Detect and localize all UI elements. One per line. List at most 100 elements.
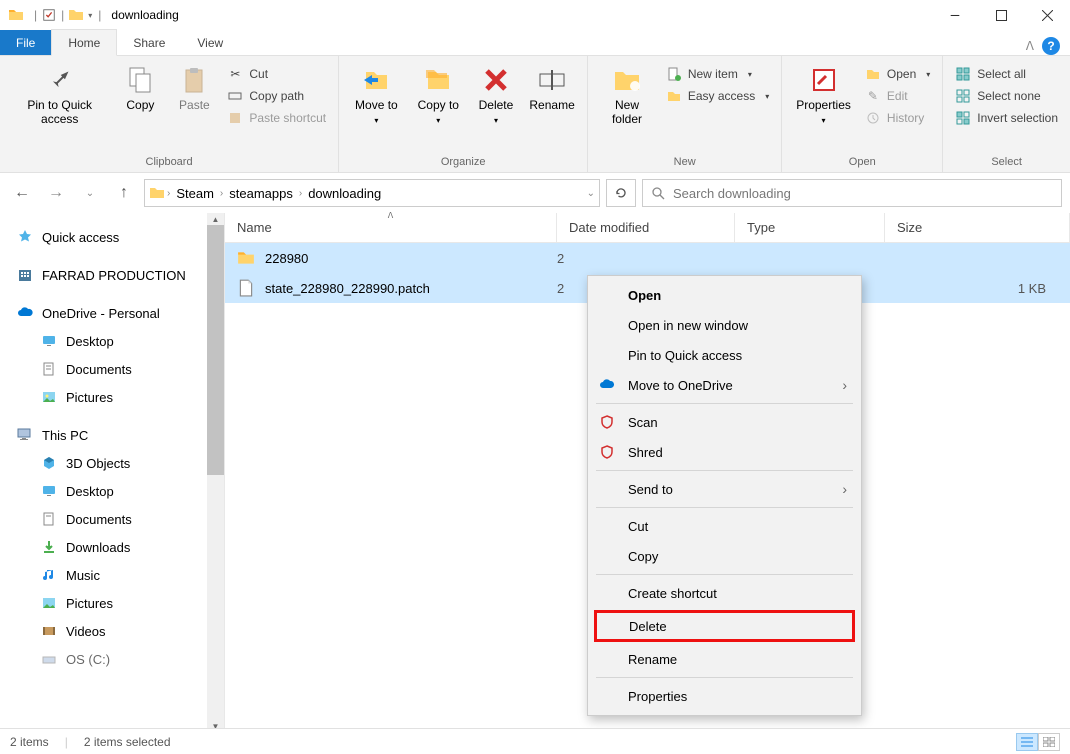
nav-onedrive[interactable]: OneDrive - Personal [0, 299, 224, 327]
close-button[interactable] [1024, 0, 1070, 30]
3d-icon [40, 454, 58, 472]
open-button[interactable]: Open ▾ [861, 64, 934, 84]
history-button[interactable]: History [861, 108, 934, 128]
nav-item[interactable]: Desktop [0, 327, 224, 355]
column-type[interactable]: Type [735, 213, 885, 242]
folder-icon [237, 249, 255, 267]
properties-button[interactable]: Properties▾ [790, 60, 857, 153]
nav-this-pc[interactable]: This PC [0, 421, 224, 449]
nav-item[interactable]: Videos [0, 617, 224, 645]
thumbnails-view-button[interactable] [1038, 733, 1060, 751]
ctx-copy[interactable]: Copy [588, 541, 861, 571]
pictures-icon [40, 388, 58, 406]
help-icon[interactable]: ? [1042, 37, 1060, 55]
qat-folder-icon[interactable] [68, 7, 84, 23]
copy-path-button[interactable]: Copy path [223, 86, 330, 106]
column-date[interactable]: Date modified [557, 213, 735, 242]
breadcrumb-item[interactable]: steamapps [225, 186, 297, 201]
paste-shortcut-icon [227, 110, 243, 126]
back-button[interactable]: ← [8, 179, 36, 207]
documents-icon [40, 510, 58, 528]
ctx-send-to[interactable]: Send to› [588, 474, 861, 504]
ctx-delete[interactable]: Delete [594, 610, 855, 642]
tab-share[interactable]: Share [117, 30, 181, 55]
status-bar: 2 items | 2 items selected [0, 728, 1070, 754]
search-input[interactable]: Search downloading [642, 179, 1062, 207]
move-to-button[interactable]: Move to ▾ [347, 60, 406, 153]
ctx-create-shortcut[interactable]: Create shortcut [588, 578, 861, 608]
ctx-pin-quick-access[interactable]: Pin to Quick access [588, 340, 861, 370]
nav-farrad[interactable]: FARRAD PRODUCTION [0, 261, 224, 289]
delete-button[interactable]: Delete▾ [471, 60, 521, 153]
building-icon [16, 266, 34, 284]
file-icon [237, 279, 255, 297]
nav-item[interactable]: Desktop [0, 477, 224, 505]
qat-dropdown-icon[interactable]: ▾ [88, 11, 92, 20]
minimize-button[interactable]: ─ [932, 0, 978, 30]
nav-item[interactable]: Documents [0, 505, 224, 533]
cut-button[interactable]: ✂Cut [223, 64, 330, 84]
new-item-button[interactable]: New item ▾ [662, 64, 773, 84]
chevron-right-icon: › [842, 377, 847, 393]
nav-item[interactable]: Pictures [0, 589, 224, 617]
address-bar[interactable]: › Steam › steamapps › downloading ⌄ [144, 179, 600, 207]
column-size[interactable]: Size [885, 213, 1070, 242]
ribbon-group-clipboard: Pin to Quick access Copy Paste ✂Cut Copy… [0, 56, 339, 172]
new-folder-button[interactable]: New folder [596, 60, 658, 153]
qat-save-icon[interactable] [41, 7, 57, 23]
ctx-open[interactable]: Open [588, 280, 861, 310]
nav-quick-access[interactable]: Quick access [0, 223, 224, 251]
edit-button[interactable]: ✎Edit [861, 86, 934, 106]
nav-item[interactable]: OS (C:) [0, 645, 224, 673]
scroll-up-icon[interactable]: ▲ [207, 213, 224, 225]
ctx-shred[interactable]: Shred [588, 437, 861, 467]
select-all-button[interactable]: Select all [951, 64, 1062, 84]
ctx-cut[interactable]: Cut [588, 511, 861, 541]
paste-shortcut-button[interactable]: Paste shortcut [223, 108, 330, 128]
videos-icon [40, 622, 58, 640]
maximize-button[interactable] [978, 0, 1024, 30]
paste-button[interactable]: Paste [169, 60, 219, 153]
select-none-button[interactable]: Select none [951, 86, 1062, 106]
breadcrumb-item[interactable]: downloading [304, 186, 385, 201]
invert-selection-button[interactable]: Invert selection [951, 108, 1062, 128]
ctx-open-new-window[interactable]: Open in new window [588, 310, 861, 340]
status-item-count: 2 items [10, 735, 49, 749]
ctx-properties[interactable]: Properties [588, 681, 861, 711]
nav-item[interactable]: Music [0, 561, 224, 589]
column-name[interactable]: ᐱName [225, 213, 557, 242]
up-button[interactable]: ↑ [110, 179, 138, 207]
nav-item[interactable]: 3D Objects [0, 449, 224, 477]
file-row[interactable]: 228980 2 [225, 243, 1070, 273]
copy-to-button[interactable]: Copy to ▾ [410, 60, 467, 153]
rename-button[interactable]: Rename [525, 60, 579, 153]
forward-button[interactable]: → [42, 179, 70, 207]
nav-item[interactable]: Pictures [0, 383, 224, 411]
ctx-rename[interactable]: Rename [588, 644, 861, 674]
copy-button[interactable]: Copy [115, 60, 165, 153]
address-dropdown-icon[interactable]: ⌄ [587, 188, 595, 199]
ribbon-group-select: Select all Select none Invert selection … [943, 56, 1070, 172]
pin-to-quick-access-button[interactable]: Pin to Quick access [8, 60, 111, 153]
recent-locations-button[interactable]: ⌄ [76, 179, 104, 207]
ctx-move-onedrive[interactable]: Move to OneDrive› [588, 370, 861, 400]
tab-home[interactable]: Home [51, 29, 117, 56]
collapse-ribbon-icon[interactable]: ᐱ [1026, 39, 1034, 53]
easy-access-button[interactable]: Easy access ▾ [662, 86, 773, 106]
downloads-icon [40, 538, 58, 556]
tab-file[interactable]: File [0, 30, 51, 55]
desktop-icon [40, 332, 58, 350]
chevron-right-icon: › [842, 481, 847, 497]
folder-icon [149, 185, 165, 201]
details-view-button[interactable] [1016, 733, 1038, 751]
breadcrumb-item[interactable]: Steam [172, 186, 218, 201]
refresh-button[interactable] [606, 179, 636, 207]
nav-item[interactable]: Documents [0, 355, 224, 383]
nav-item[interactable]: Downloads [0, 533, 224, 561]
status-selected-count: 2 items selected [84, 735, 171, 749]
edit-icon: ✎ [865, 88, 881, 104]
open-icon [865, 66, 881, 82]
scroll-thumb[interactable] [207, 225, 224, 475]
ctx-scan[interactable]: Scan [588, 407, 861, 437]
tab-view[interactable]: View [181, 30, 239, 55]
